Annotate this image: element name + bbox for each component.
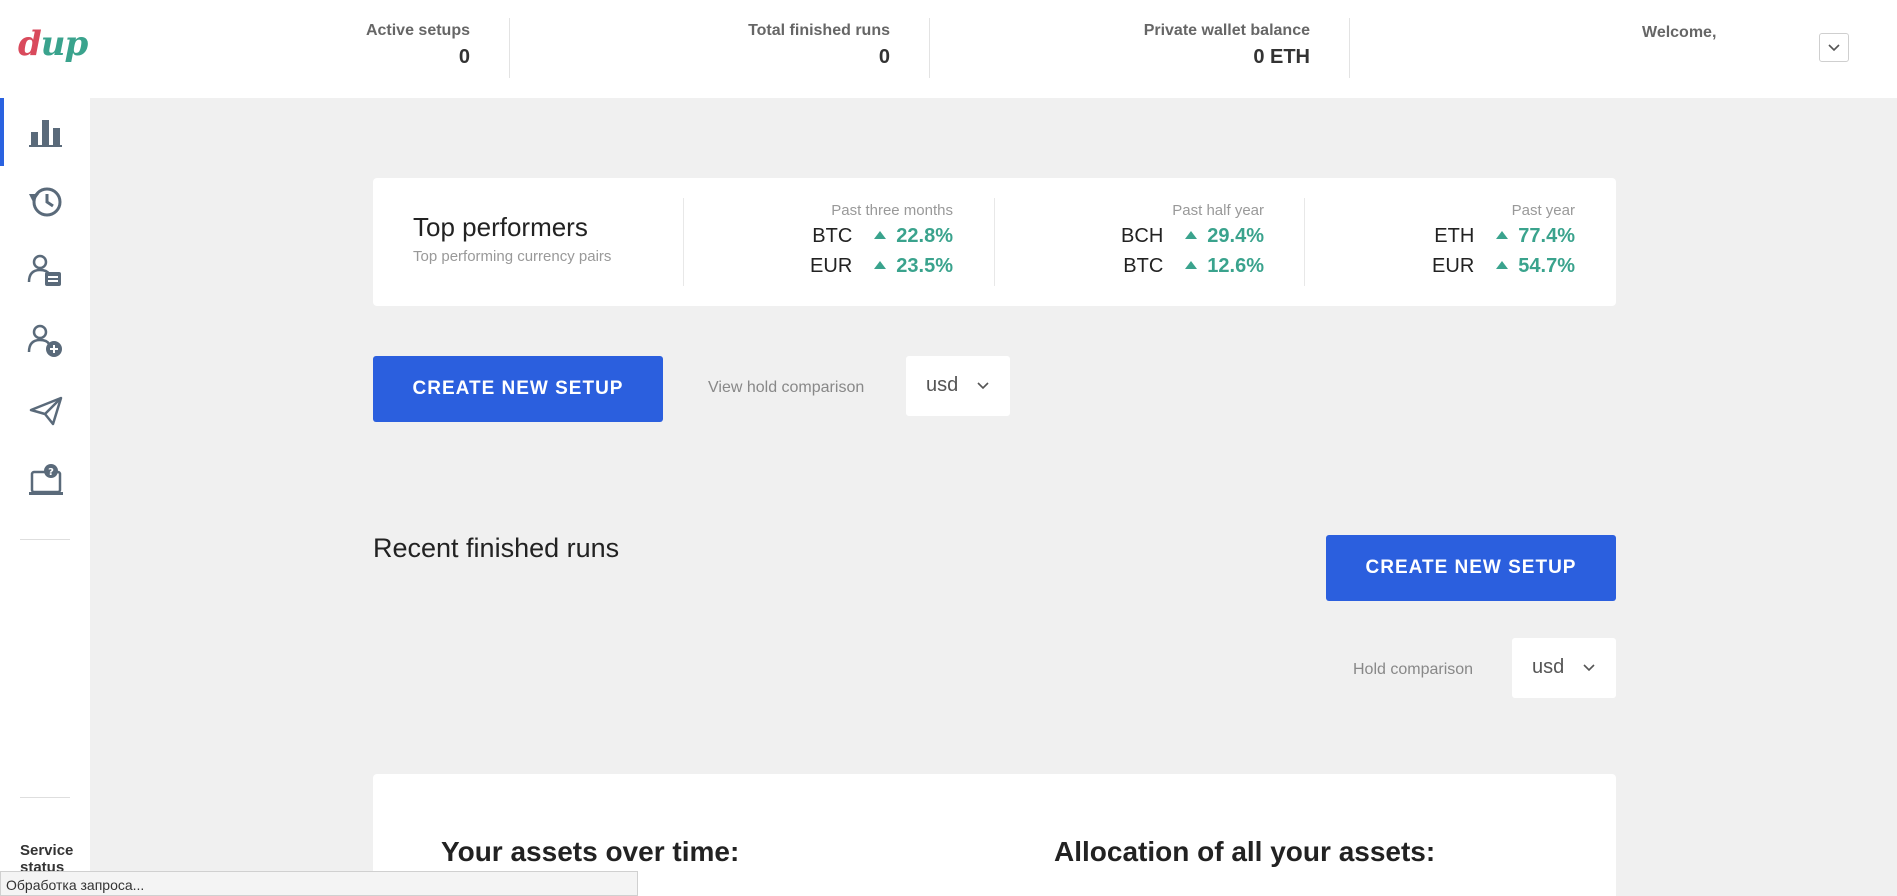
- help-desk-icon: ?: [29, 464, 63, 495]
- view-hold-currency-select[interactable]: usd: [906, 356, 1010, 416]
- currency-code: BTC: [812, 225, 853, 247]
- percent-change: 29.4%: [1207, 225, 1264, 247]
- performer-column-half-year: Past half year BCH 29.4% BTC 12.6%: [984, 202, 1264, 279]
- send-icon: [29, 396, 63, 426]
- sidebar-item-support[interactable]: ?: [27, 462, 65, 500]
- recent-runs-title: Recent finished runs: [373, 533, 620, 563]
- asset-allocation-title: Allocation of all your assets:: [1054, 836, 1436, 867]
- sidebar-divider: [20, 539, 70, 540]
- sidebar-item-dashboard[interactable]: [27, 112, 65, 150]
- percent-change: 22.8%: [896, 225, 953, 247]
- bar-chart-icon: [29, 120, 62, 147]
- performer-column-year: Past year ETH 77.4% EUR 54.7%: [1295, 202, 1575, 279]
- header-divider: [929, 18, 930, 78]
- sidebar-item-add-user[interactable]: [27, 322, 65, 360]
- selected-currency: usd: [926, 374, 959, 396]
- hold-currency-select[interactable]: usd: [1512, 638, 1616, 698]
- active-indicator: [0, 98, 4, 166]
- period-label: Past year: [1511, 202, 1575, 219]
- performer-row: BTC 22.8%: [673, 225, 953, 249]
- wallet-balance-stat: Private wallet balance 0 ETH: [1100, 22, 1310, 69]
- sidebar: ? Service status: [0, 98, 90, 896]
- active-setups-stat: Active setups 0: [330, 22, 470, 69]
- chevron-down-icon: [1828, 44, 1840, 52]
- performer-row: BCH 29.4%: [984, 225, 1264, 249]
- currency-code: BCH: [1121, 225, 1164, 247]
- total-runs-value: 0: [878, 46, 890, 68]
- add-user-icon: [27, 324, 62, 357]
- sidebar-item-users[interactable]: [27, 252, 65, 290]
- chevron-down-icon: [1583, 664, 1595, 672]
- sidebar-item-history[interactable]: [27, 182, 65, 220]
- performer-row: ETH 77.4%: [1295, 225, 1575, 249]
- performer-column-three-months: Past three months BTC 22.8% EUR 23.5%: [673, 202, 953, 279]
- arrow-up-icon: [1496, 261, 1509, 270]
- active-setups-label: Active setups: [365, 22, 470, 39]
- performer-row: EUR 54.7%: [1295, 255, 1575, 279]
- top-performers-title: Top performers: [413, 212, 588, 242]
- top-performers-card: Top performers Top performing currency p…: [373, 178, 1616, 306]
- currency-code: BTC: [1123, 255, 1164, 277]
- welcome-text: Welcome,: [1642, 24, 1717, 41]
- currency-code: ETH: [1434, 225, 1475, 247]
- arrow-up-icon: [1185, 261, 1198, 270]
- arrow-up-icon: [874, 261, 887, 270]
- assets-over-time-title: Your assets over time:: [441, 836, 740, 867]
- header-divider: [509, 18, 510, 78]
- arrow-up-icon: [1185, 231, 1198, 240]
- active-setups-value: 0: [458, 46, 470, 68]
- percent-change: 12.6%: [1207, 255, 1264, 277]
- performer-row: BTC 12.6%: [984, 255, 1264, 279]
- chevron-down-icon: [977, 382, 989, 390]
- total-runs-label: Total finished runs: [748, 22, 890, 39]
- user-list-icon: [27, 254, 61, 286]
- view-hold-comparison-label: View hold comparison: [708, 379, 865, 396]
- history-icon: [29, 187, 62, 217]
- hold-comparison-label: Hold comparison: [1353, 661, 1474, 678]
- wallet-balance-value: 0 ETH: [1253, 46, 1310, 68]
- svg-text:?: ?: [48, 467, 54, 478]
- top-header: dup Active setups 0 Total finished runs …: [0, 0, 1897, 98]
- user-menu-dropdown[interactable]: [1819, 33, 1849, 62]
- create-new-setup-button-secondary[interactable]: CREATE NEW SETUP: [1326, 535, 1616, 601]
- browser-status-bar: Обработка запроса...: [0, 871, 638, 896]
- dup-logo[interactable]: dup: [18, 24, 88, 64]
- currency-code: EUR: [810, 255, 853, 277]
- performer-row: EUR 23.5%: [673, 255, 953, 279]
- period-label: Past half year: [1172, 202, 1264, 219]
- wallet-balance-label: Private wallet balance: [1143, 22, 1310, 39]
- arrow-up-icon: [1496, 231, 1509, 240]
- arrow-up-icon: [874, 231, 887, 240]
- header-divider: [1349, 18, 1350, 78]
- percent-change: 54.7%: [1518, 255, 1575, 277]
- period-label: Past three months: [831, 202, 953, 219]
- percent-change: 23.5%: [896, 255, 953, 277]
- sidebar-item-telegram[interactable]: [27, 392, 65, 430]
- selected-currency: usd: [1532, 656, 1565, 678]
- total-runs-stat: Total finished runs 0: [700, 22, 890, 69]
- sidebar-divider: [20, 797, 70, 798]
- create-new-setup-button[interactable]: CREATE NEW SETUP: [373, 356, 663, 422]
- top-performers-subtitle: Top performing currency pairs: [413, 248, 612, 265]
- currency-code: EUR: [1432, 255, 1475, 277]
- percent-change: 77.4%: [1518, 225, 1575, 247]
